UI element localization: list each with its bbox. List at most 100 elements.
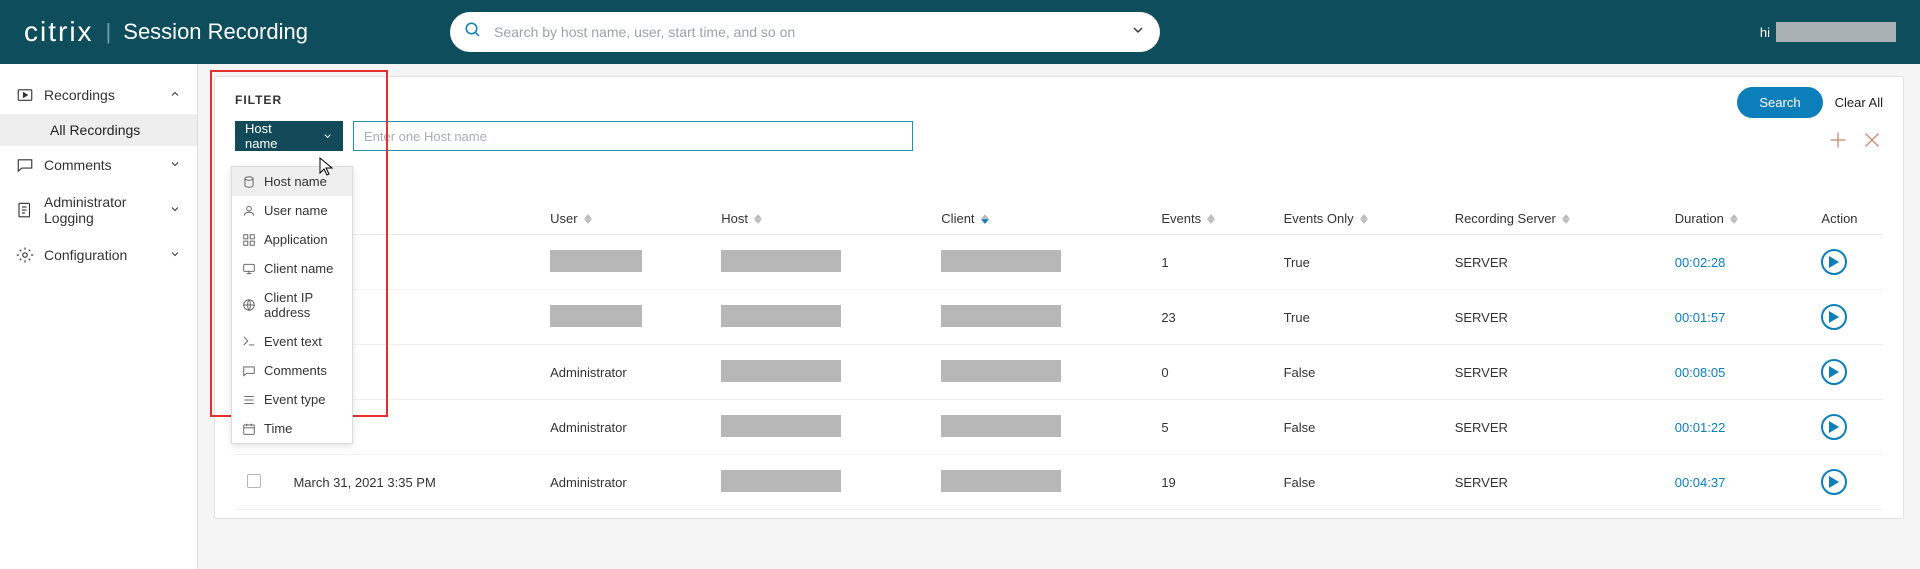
chevron-down-icon	[169, 157, 181, 173]
dropdown-item-client-ip-address[interactable]: Client IP address	[232, 283, 352, 327]
clear-all-button[interactable]: Clear All	[1835, 95, 1883, 110]
gear-icon	[16, 246, 34, 264]
app-name: Session Recording	[123, 19, 308, 45]
client-name-icon	[242, 262, 256, 276]
table-row[interactable]: MAdministrator0FalseSERVER00:08:05	[235, 345, 1883, 400]
redacted	[941, 250, 1061, 272]
app-header: citrix | Session Recording hi	[0, 0, 1920, 64]
redacted	[721, 250, 841, 272]
sidebar-item-configuration[interactable]: Configuration	[0, 236, 197, 274]
search-input[interactable]	[494, 24, 1118, 40]
search-button[interactable]: Search	[1737, 87, 1822, 118]
search-icon	[464, 21, 482, 44]
logo-divider: |	[106, 19, 112, 45]
user-info: hi	[1760, 22, 1896, 42]
global-search[interactable]	[450, 12, 1160, 52]
duration-link[interactable]: 00:01:22	[1675, 420, 1726, 435]
user-name-icon	[242, 204, 256, 218]
table-row[interactable]: March 31, 2021 3:35 PMAdministrator19Fal…	[235, 455, 1883, 510]
col-host[interactable]: Host	[709, 203, 929, 235]
chevron-down-icon	[169, 247, 181, 263]
filter-field-select[interactable]: Host name	[235, 121, 343, 151]
redacted	[721, 305, 841, 327]
recordings-table: Start Time User Host Client Events Event…	[235, 203, 1883, 510]
redacted	[721, 470, 841, 492]
greeting-text: hi	[1760, 25, 1770, 40]
redacted	[941, 470, 1061, 492]
comments-icon	[242, 364, 256, 378]
sidebar: Recordings All Recordings Comments Admin…	[0, 64, 198, 569]
col-client[interactable]: Client	[929, 203, 1149, 235]
filter-title: FILTER	[235, 93, 1883, 107]
table-row[interactable]: 1TrueSERVER00:02:28	[235, 235, 1883, 290]
table-row[interactable]: 23TrueSERVER00:01:57	[235, 290, 1883, 345]
filter-actions: Search Clear All	[1737, 87, 1883, 118]
sidebar-item-recordings[interactable]: Recordings	[0, 76, 197, 114]
redacted	[550, 305, 642, 327]
dropdown-item-host-name[interactable]: Host name	[232, 167, 352, 196]
comments-icon	[16, 156, 34, 174]
results-heading: F	[243, 171, 1883, 189]
sidebar-item-label: Administrator Logging	[44, 194, 159, 226]
duration-link[interactable]: 00:01:57	[1675, 310, 1726, 325]
sidebar-item-comments[interactable]: Comments	[0, 146, 197, 184]
redacted	[941, 360, 1061, 382]
row-checkbox[interactable]	[247, 474, 261, 488]
redacted	[941, 415, 1061, 437]
time-icon	[242, 422, 256, 436]
redacted	[941, 305, 1061, 327]
dropdown-item-event-type[interactable]: Event type	[232, 385, 352, 414]
dropdown-item-application[interactable]: Application	[232, 225, 352, 254]
dropdown-item-time[interactable]: Time	[232, 414, 352, 443]
filter-selected-label: Host name	[245, 121, 304, 151]
logo-section: citrix | Session Recording	[24, 16, 308, 48]
redacted	[721, 415, 841, 437]
col-user[interactable]: User	[538, 203, 709, 235]
redacted	[550, 250, 642, 272]
filter-dropdown: Host nameUser nameApplicationClient name…	[231, 166, 353, 444]
admin-logging-icon	[16, 201, 34, 219]
main-content: FILTER Host name Search Clear All	[198, 64, 1920, 569]
user-name-redacted	[1776, 22, 1896, 42]
event-text-icon	[242, 335, 256, 349]
play-button[interactable]	[1821, 304, 1847, 330]
client-ip-address-icon	[242, 298, 256, 312]
close-filter-button[interactable]	[1861, 129, 1883, 151]
duration-link[interactable]: 00:02:28	[1675, 255, 1726, 270]
play-button[interactable]	[1821, 469, 1847, 495]
dropdown-item-event-text[interactable]: Event text	[232, 327, 352, 356]
sidebar-item-label: Recordings	[44, 87, 115, 103]
results-section: F Start Time User Host Client Events Eve…	[235, 171, 1883, 510]
add-filter-button[interactable]	[1827, 129, 1849, 151]
dropdown-item-comments[interactable]: Comments	[232, 356, 352, 385]
citrix-logo: citrix	[24, 16, 94, 48]
application-icon	[242, 233, 256, 247]
recordings-icon	[16, 86, 34, 104]
chevron-down-icon[interactable]	[1130, 22, 1146, 43]
redacted	[721, 360, 841, 382]
event-type-icon	[242, 393, 256, 407]
sidebar-item-all-recordings[interactable]: All Recordings	[0, 114, 197, 146]
col-events-only[interactable]: Events Only	[1272, 203, 1443, 235]
duration-link[interactable]: 00:08:05	[1675, 365, 1726, 380]
col-recording-server[interactable]: Recording Server	[1443, 203, 1663, 235]
filter-value-input[interactable]	[353, 121, 913, 151]
sidebar-item-label: Configuration	[44, 247, 127, 263]
play-button[interactable]	[1821, 249, 1847, 275]
chevron-up-icon	[169, 87, 181, 103]
host-name-icon	[242, 175, 256, 189]
play-button[interactable]	[1821, 414, 1847, 440]
table-row[interactable]: MAdministrator5FalseSERVER00:01:22	[235, 400, 1883, 455]
col-action: Action	[1809, 203, 1883, 235]
chevron-down-icon	[169, 202, 181, 218]
sidebar-sub-label: All Recordings	[50, 122, 140, 138]
filter-panel: FILTER Host name Search Clear All	[214, 76, 1904, 519]
dropdown-item-user-name[interactable]: User name	[232, 196, 352, 225]
sidebar-item-label: Comments	[44, 157, 112, 173]
col-duration[interactable]: Duration	[1663, 203, 1810, 235]
duration-link[interactable]: 00:04:37	[1675, 475, 1726, 490]
play-button[interactable]	[1821, 359, 1847, 385]
dropdown-item-client-name[interactable]: Client name	[232, 254, 352, 283]
col-events[interactable]: Events	[1149, 203, 1271, 235]
sidebar-item-admin-logging[interactable]: Administrator Logging	[0, 184, 197, 236]
